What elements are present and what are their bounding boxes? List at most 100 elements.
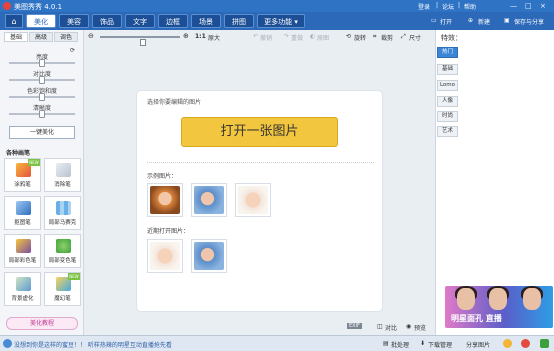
undo-button[interactable]: 撤销 <box>260 33 272 42</box>
effects-title: 特效： <box>441 34 462 42</box>
pen-label: 魔幻笔 <box>54 296 71 302</box>
effect-category-portrait[interactable]: 人像 <box>437 96 458 107</box>
crop-icon[interactable]: ⌗ <box>373 33 376 41</box>
status-bar: 没想到你是这样的蜜豆！！ 听样热辣的明星互动直播抢先看 ▤ 批处理 ⬇ 下载管理… <box>0 335 554 351</box>
zoom-slider[interactable] <box>100 36 180 46</box>
tab-color[interactable]: 调色 <box>54 32 78 42</box>
one-key-beautify-button[interactable]: 一键美化 <box>9 126 75 139</box>
save-share-button[interactable]: 保存与分享 <box>514 17 544 26</box>
pen-eraser[interactable]: 消除笔 <box>44 158 81 192</box>
saturation-slider[interactable] <box>9 93 75 101</box>
title-bar: 美图秀秀 4.0.1 登录 | 论坛 | 帮助 — □ × <box>0 0 554 12</box>
tab-beautify[interactable]: 美化 <box>26 14 56 28</box>
exif-badge[interactable]: EXIF <box>347 323 362 329</box>
undo-icon[interactable]: ↶ <box>253 33 258 40</box>
effects-panel: 特效： 热门 基础 Lomo 人像 时尚 艺术 明星面孔 直播 <box>435 30 554 335</box>
pen-doodle[interactable]: NEW 涂鸦笔 <box>4 158 41 192</box>
pens-title: 各种画笔 <box>6 150 31 157</box>
effect-category-hot[interactable]: 热门 <box>437 47 458 58</box>
tab-advanced[interactable]: 高级 <box>29 32 53 42</box>
open-image-button[interactable]: 打开一张图片 <box>181 117 338 147</box>
original-size-button[interactable]: 原大 <box>208 33 220 42</box>
close-icon[interactable]: × <box>540 2 546 10</box>
rotate-icon[interactable]: ⟲ <box>346 33 351 40</box>
resize-icon[interactable]: ⤢ <box>401 33 406 41</box>
tab-border[interactable]: 边框 <box>158 14 188 28</box>
slider-knob[interactable] <box>39 93 45 101</box>
compare-button[interactable]: 对比 <box>385 323 397 332</box>
new-icon[interactable]: ⊕ <box>468 17 473 24</box>
tab-beauty[interactable]: 美容 <box>59 14 89 28</box>
minimize-icon[interactable]: — <box>510 2 517 10</box>
maximize-icon[interactable]: □ <box>525 2 532 10</box>
app-logo-icon <box>3 2 11 10</box>
recent-image-1[interactable] <box>147 239 183 273</box>
example-image-2[interactable] <box>191 183 227 217</box>
slider-knob[interactable] <box>39 76 45 84</box>
tutorial-button[interactable]: 美化教程 <box>6 317 78 330</box>
pen-local-color[interactable]: 局部彩色笔 <box>4 234 41 268</box>
download-icon[interactable]: ⬇ <box>420 340 425 347</box>
rotate-button[interactable]: 旋转 <box>354 33 366 42</box>
brightness-slider[interactable] <box>9 59 75 67</box>
redo-icon[interactable]: ↷ <box>284 33 289 40</box>
tab-text[interactable]: 文字 <box>125 14 155 28</box>
tab-more-features[interactable]: 更多功能 ▾ <box>257 14 305 28</box>
status-message[interactable]: 没想到你是这样的蜜豆！！ 听样热辣的明星互动直播抢先看 <box>14 340 172 349</box>
effect-category-basic[interactable]: 基础 <box>437 64 458 75</box>
example-image-3[interactable] <box>235 183 271 217</box>
open-folder-icon[interactable]: ▭ <box>431 17 437 24</box>
contrast-slider[interactable] <box>9 76 75 84</box>
tab-collage[interactable]: 拼图 <box>224 14 254 28</box>
tab-basic[interactable]: 基础 <box>4 32 28 42</box>
size-button[interactable]: 尺寸 <box>409 33 421 42</box>
preview-icon[interactable]: ◉ <box>406 323 411 330</box>
effect-category-lomo[interactable]: Lomo <box>437 80 458 91</box>
login-link[interactable]: 登录 <box>418 2 430 11</box>
zoom-out-icon[interactable]: ⊖ <box>88 32 94 40</box>
add-icon[interactable] <box>540 339 549 348</box>
pen-magic[interactable]: NEW 魔幻笔 <box>44 272 81 306</box>
new-button[interactable]: 新建 <box>478 17 490 26</box>
separator: | <box>436 2 439 9</box>
original-image-button[interactable]: 原图 <box>317 33 329 42</box>
effect-category-art[interactable]: 艺术 <box>437 126 458 137</box>
redo-button[interactable]: 重做 <box>291 33 303 42</box>
example-image-1[interactable] <box>147 183 183 217</box>
batch-icon[interactable]: ▤ <box>383 340 389 347</box>
tab-accessories[interactable]: 饰品 <box>92 14 122 28</box>
open-button[interactable]: 打开 <box>440 17 452 26</box>
effect-category-fashion[interactable]: 时尚 <box>437 111 458 122</box>
pen-local-recolor[interactable]: 局部变色笔 <box>44 234 81 268</box>
download-manager-button[interactable]: 下载管理 <box>428 340 452 349</box>
tab-scene[interactable]: 场景 <box>191 14 221 28</box>
sharpness-slider[interactable] <box>9 110 75 118</box>
compare-icon[interactable]: ◫ <box>377 323 383 330</box>
select-image-tip: 选择你要编辑的图片 <box>147 99 202 106</box>
slider-knob[interactable] <box>39 110 45 118</box>
pen-background-blur[interactable]: 背景虚化 <box>4 272 41 306</box>
pen-label: 局部马赛克 <box>48 220 77 226</box>
pen-cutout[interactable]: 抠图笔 <box>4 196 41 230</box>
preview-button[interactable]: 预览 <box>414 323 426 332</box>
batch-button[interactable]: 批处理 <box>391 340 409 349</box>
star-icon[interactable] <box>503 339 512 348</box>
zoom-ratio[interactable]: 1:1 <box>195 33 206 40</box>
promo-text: 明星面孔 直播 <box>451 314 502 323</box>
save-icon[interactable]: ▣ <box>504 17 510 24</box>
forum-link[interactable]: 论坛 <box>442 2 454 11</box>
home-icon[interactable]: ⌂ <box>5 14 23 28</box>
help-link[interactable]: 帮助 <box>464 2 476 11</box>
left-panel: 基础 高级 调色 ⟳ 亮度 对比度 色彩饱和度 清晰度 一键美化 各种画笔 NE… <box>0 30 84 335</box>
recent-image-2[interactable] <box>191 239 227 273</box>
recolor-pen-icon <box>56 239 71 253</box>
zoom-knob[interactable] <box>140 39 146 46</box>
share-image-button[interactable]: 分享图片 <box>466 340 490 349</box>
crop-button[interactable]: 裁剪 <box>381 33 393 42</box>
slider-knob[interactable] <box>39 59 45 67</box>
zoom-in-icon[interactable]: ⊕ <box>183 32 189 40</box>
weibo-icon[interactable] <box>521 339 530 348</box>
original-image-icon[interactable]: ◐ <box>310 33 315 40</box>
pen-mosaic[interactable]: 局部马赛克 <box>44 196 81 230</box>
promo-banner[interactable]: 明星面孔 直播 <box>445 286 553 328</box>
